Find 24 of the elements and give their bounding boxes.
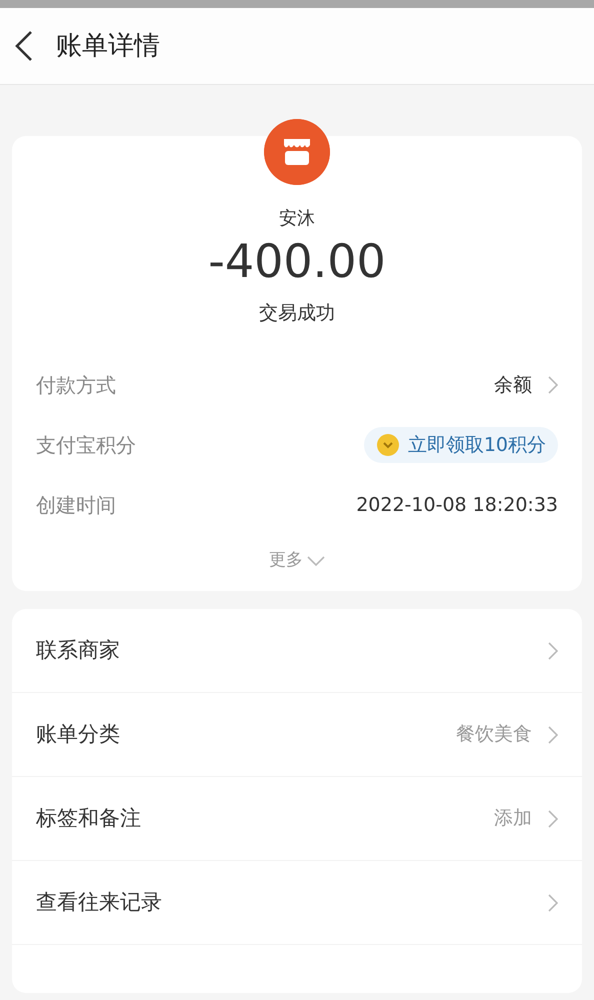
- payment-method[interactable]: 余额: [494, 370, 532, 400]
- menu-row[interactable]: 标签和备注 添加: [12, 777, 582, 862]
- chevron-right-icon: [548, 376, 558, 394]
- amount: -400.00: [208, 236, 386, 287]
- menu-row[interactable]: 查看往来记录: [12, 861, 582, 946]
- row-value: 餐饮美食: [456, 722, 532, 748]
- detail-label: 创建时间: [36, 492, 116, 520]
- row-value: 添加: [494, 806, 532, 832]
- coin-icon: [376, 433, 400, 458]
- chevron-right-icon: [548, 894, 558, 912]
- detail-label: 支付宝积分: [36, 432, 136, 460]
- detail-label: 付款方式: [36, 372, 116, 400]
- chevron-right-icon: [548, 726, 558, 744]
- menu-row[interactable]: 联系商家: [12, 609, 582, 694]
- chevron-right-icon: [548, 810, 558, 828]
- back-icon[interactable]: [14, 30, 34, 62]
- chevron-down-icon: [307, 556, 325, 566]
- merchant-name: 安沐: [279, 207, 315, 231]
- created-time: 2022-10-08 18:20:33: [356, 492, 558, 518]
- chevron-right-icon: [548, 642, 558, 660]
- points-button[interactable]: 立即领取10积分: [364, 426, 558, 464]
- menu-row[interactable]: 账单分类 餐饮美食: [12, 693, 582, 778]
- page-title: 账单详情: [56, 30, 160, 62]
- transaction-status: 交易成功: [259, 300, 335, 326]
